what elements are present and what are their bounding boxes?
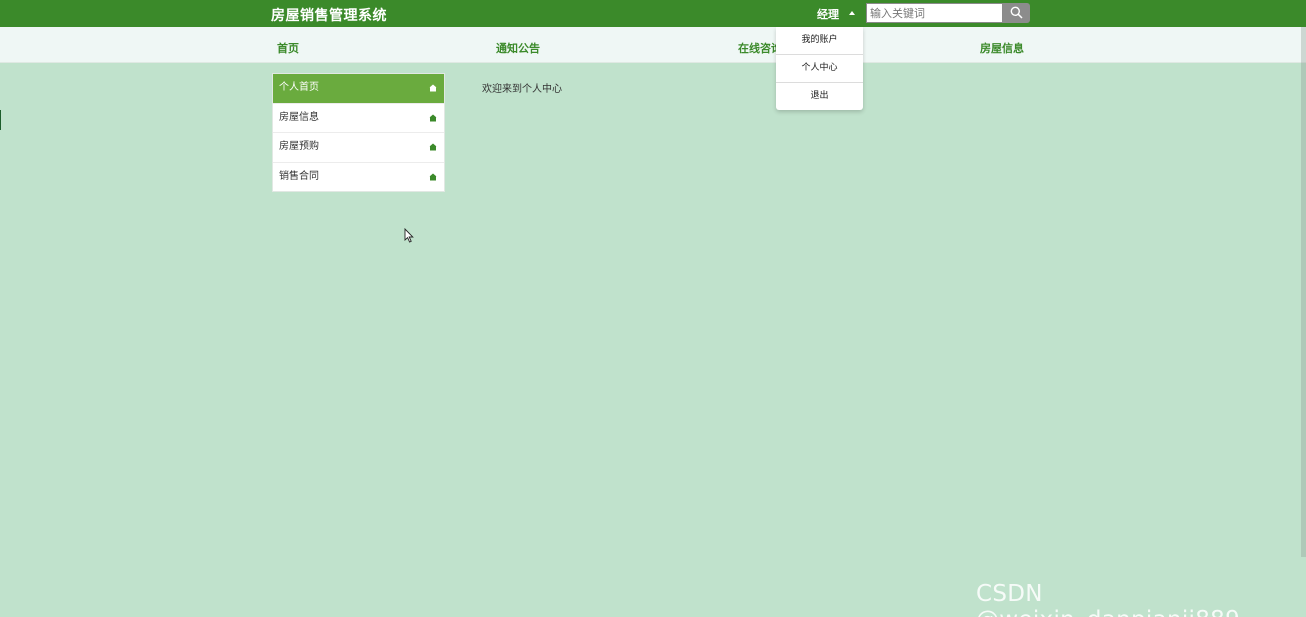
- nav-notices[interactable]: 通知公告: [496, 40, 540, 56]
- sidebar-item-house-preorder[interactable]: 房屋预购: [273, 133, 444, 163]
- sidebar-item-label: 个人首页: [279, 82, 319, 93]
- home-icon: [429, 84, 437, 92]
- welcome-message: 欢迎来到个人中心: [482, 84, 562, 95]
- home-icon: [429, 173, 437, 180]
- nav-home[interactable]: 首页: [277, 40, 299, 56]
- mouse-cursor-icon: [404, 228, 414, 243]
- app-title: 房屋销售管理系统: [271, 8, 387, 24]
- nav-houses[interactable]: 房屋信息: [980, 40, 1024, 56]
- top-header-bar: 房屋销售管理系统 经理: [0, 0, 1306, 27]
- search-input[interactable]: [866, 3, 1003, 23]
- home-icon: [429, 114, 437, 121]
- main-nav: 首页 通知公告 在线咨询 房屋信息: [0, 27, 1306, 63]
- sidebar-item-label: 销售合同: [279, 170, 319, 182]
- sidebar-item-sales-contract[interactable]: 销售合同: [273, 163, 444, 192]
- sidebar: 个人首页 房屋信息 房屋预购 销售合同: [272, 73, 445, 192]
- menu-my-account[interactable]: 我的账户: [776, 27, 863, 55]
- scrollbar[interactable]: [1301, 27, 1306, 557]
- sidebar-item-house-info[interactable]: 房屋信息: [273, 104, 444, 133]
- menu-personal-center[interactable]: 个人中心: [776, 55, 863, 83]
- sidebar-item-personal-home[interactable]: 个人首页: [273, 74, 444, 104]
- sidebar-item-label: 房屋信息: [279, 111, 319, 123]
- menu-logout[interactable]: 退出: [776, 83, 863, 110]
- window-edge-marker: [0, 110, 1, 130]
- search-icon: [1010, 6, 1023, 19]
- user-dropdown-menu: 我的账户 个人中心 退出: [776, 27, 863, 110]
- sidebar-item-label: 房屋预购: [279, 141, 319, 152]
- watermark-text: CSDN @weixin_danpianji889: [976, 581, 1240, 617]
- user-menu-toggle[interactable]: 经理: [817, 6, 839, 22]
- search-button[interactable]: [1003, 3, 1030, 23]
- home-icon: [429, 143, 437, 151]
- caret-up-icon[interactable]: [849, 11, 855, 15]
